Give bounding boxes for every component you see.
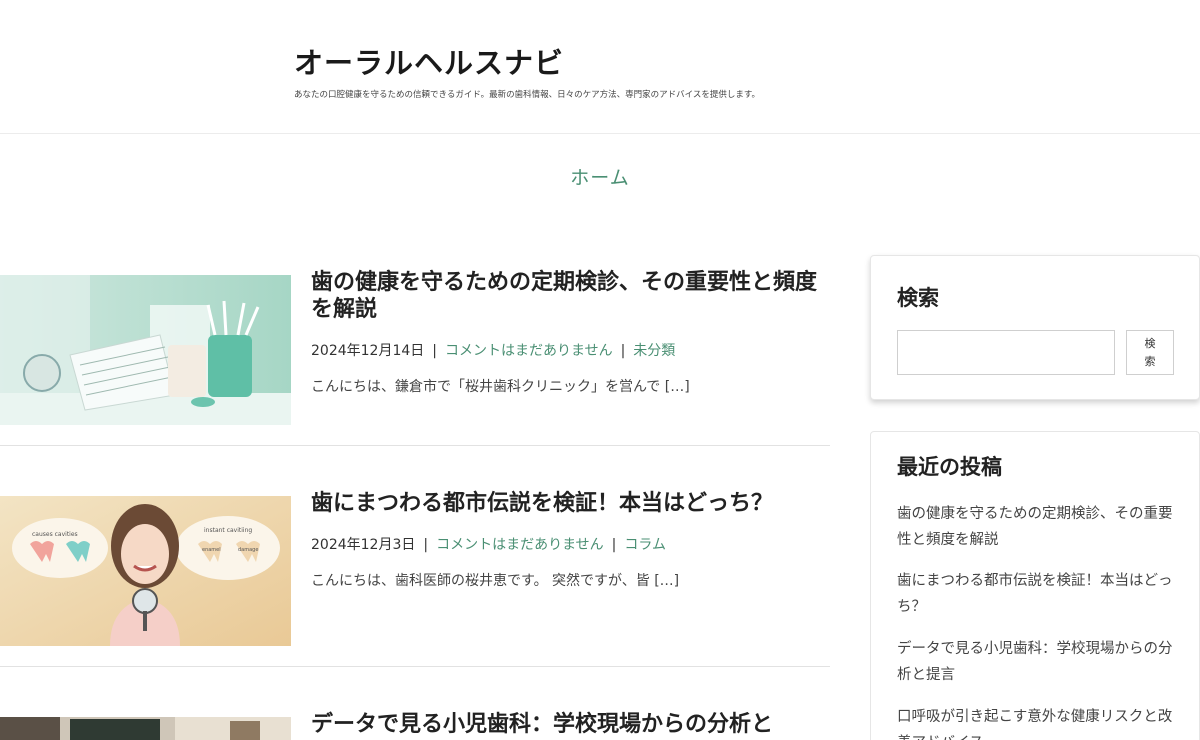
post-thumbnail[interactable]: causes cavities instant cavitiing enamel… — [0, 496, 291, 646]
main-navigation: ホーム — [0, 135, 1200, 215]
search-button-label: 検索 — [1144, 337, 1156, 368]
post-comments-link[interactable]: コメントはまだありません — [436, 537, 604, 553]
site-title[interactable]: オーラルヘルスナビ — [294, 40, 564, 82]
post-thumbnail[interactable] — [0, 717, 291, 740]
search-input[interactable] — [897, 330, 1115, 375]
recent-posts-widget: 最近の投稿 歯の健康を守るための定期検診、その重要性と頻度を解説 歯にまつわる都… — [870, 431, 1200, 740]
site-description: あなたの口腔健康を守るための信頼できるガイド。最新の歯科情報、日々のケア方法、専… — [294, 90, 761, 100]
tooth-left-text: enamel — [202, 547, 221, 553]
bubble-left-text: causes cavities — [32, 531, 78, 538]
post-meta: 2024年12月14日 | コメントはまだありません | 未分類 — [311, 343, 676, 359]
post-date: 2024年12月3日 — [311, 537, 416, 553]
post-category-link[interactable]: コラム — [624, 537, 666, 553]
recent-posts-title: 最近の投稿 — [897, 455, 1002, 479]
recent-post-link[interactable]: データで見る小児歯科：学校現場からの分析と提言 — [897, 636, 1177, 688]
post-title[interactable]: 歯にまつわる都市伝説を検証！本当はどっち？ — [311, 490, 821, 517]
post-title[interactable]: 歯の健康を守るための定期検診、その重要性と頻度を解説 — [311, 269, 821, 323]
post-meta: 2024年12月3日 | コメントはまだありません | コラム — [311, 537, 666, 553]
post-title[interactable]: データで見る小児歯科：学校現場からの分析と — [311, 711, 821, 738]
nav-item-home[interactable]: ホーム — [0, 163, 1200, 190]
tooth-right-text: damage — [238, 547, 258, 553]
post-card: causes cavities instant cavitiing enamel… — [0, 476, 830, 667]
recent-post-link[interactable]: 歯の健康を守るための定期検診、その重要性と頻度を解説 — [897, 501, 1177, 553]
post-excerpt: こんにちは、鎌倉市で「桜井歯科クリニック」を営んで […] — [311, 379, 690, 395]
post-comments-link[interactable]: コメントはまだありません — [445, 343, 613, 359]
post-divider — [0, 666, 830, 667]
search-widget: 検索 検索 — [870, 255, 1200, 400]
post-excerpt: こんにちは、歯科医師の桜井恵です。 突然ですが、皆 […] — [311, 573, 680, 589]
bubble-right-text: instant cavitiing — [204, 527, 252, 534]
search-button[interactable]: 検索 — [1126, 330, 1174, 375]
post-date: 2024年12月14日 — [311, 343, 425, 359]
post-card: データで見る小児歯科：学校現場からの分析と — [0, 697, 830, 740]
post-divider — [0, 445, 830, 446]
search-widget-title: 検索 — [897, 286, 939, 310]
post-category-link[interactable]: 未分類 — [633, 343, 675, 359]
post-card: 歯の健康を守るための定期検診、その重要性と頻度を解説 2024年12月14日 | コ… — [0, 255, 830, 446]
post-thumbnail[interactable] — [0, 275, 291, 425]
recent-post-link[interactable]: 歯にまつわる都市伝説を検証！本当はどっち？ — [897, 568, 1177, 620]
site-header: オーラルヘルスナビ あなたの口腔健康を守るための信頼できるガイド。最新の歯科情報… — [0, 0, 1200, 134]
recent-post-link[interactable]: 口呼吸が引き起こす意外な健康リスクと改善アドバイス — [897, 704, 1177, 740]
